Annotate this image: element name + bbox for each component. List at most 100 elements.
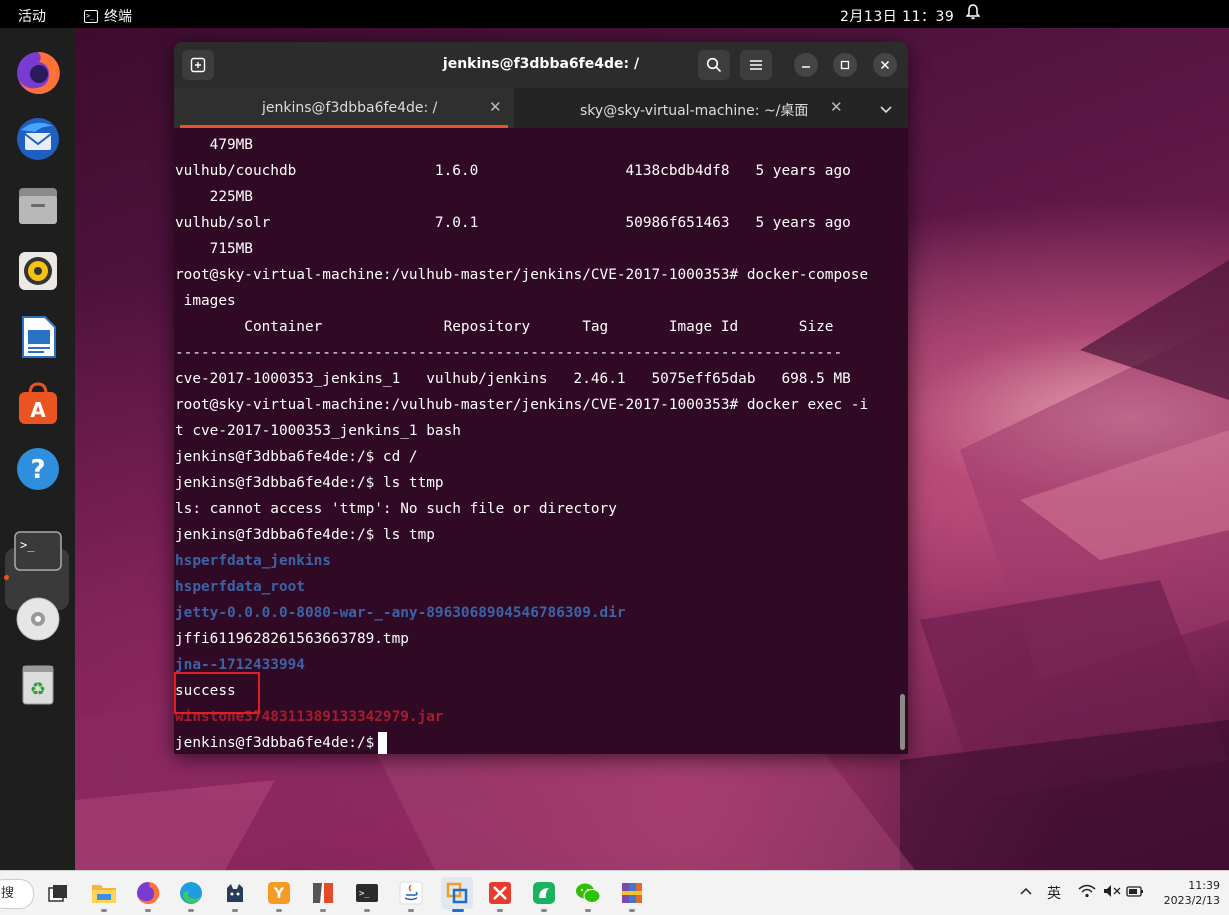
minimize-icon (802, 66, 810, 68)
thunderbird-icon[interactable] (11, 112, 65, 166)
firefox-icon[interactable] (134, 879, 162, 907)
output-line: root@sky-virtual-machine:/vulhub-master/… (175, 267, 869, 283)
search-button[interactable] (698, 50, 730, 80)
running-indicator (145, 909, 151, 912)
text-cursor (378, 732, 388, 754)
vmware-icon[interactable] (441, 877, 473, 909)
output-line: 479MB (175, 137, 253, 153)
terminal-headerbar: jenkins@f3dbba6fe4de: / (174, 42, 908, 88)
winrar-icon[interactable] (618, 879, 646, 907)
prompt-text: jenkins@f3dbba6fe4de:/$ (175, 735, 375, 751)
menu-button[interactable] (740, 50, 772, 80)
maximize-button[interactable] (833, 53, 857, 77)
annotation-highlight-box (174, 672, 260, 714)
volume-muted-icon[interactable] (1103, 884, 1121, 902)
running-indicator (276, 909, 282, 912)
edge-icon[interactable] (177, 879, 205, 907)
output-line-directory: hsperfdata_jenkins (175, 553, 331, 569)
green-app-icon[interactable] (530, 879, 558, 907)
clock-date: 2023/2/13 (1163, 894, 1220, 907)
hamburger-icon (750, 60, 762, 70)
terminal-window: jenkins@f3dbba6fe4de: / jenkins@f3dbba6f… (174, 42, 908, 754)
minimize-button[interactable] (794, 53, 818, 77)
tab-sky[interactable]: sky@sky-virtual-machine: ~/桌面 ✕ (514, 88, 854, 128)
svg-text:A: A (30, 398, 46, 422)
yuque-icon[interactable]: Y (265, 879, 293, 907)
output-line: t cve-2017-1000353_jenkins_1 bash (175, 423, 461, 439)
tab-close-icon[interactable]: ✕ (489, 98, 502, 116)
wechat-icon[interactable] (574, 879, 602, 907)
output-line: jffi6119628261563663789.tmp (175, 631, 409, 647)
output-line: Container Repository Tag Image Id Size (175, 319, 834, 335)
files-icon[interactable] (11, 178, 65, 232)
firefox-icon[interactable] (11, 46, 65, 100)
terminal-output[interactable]: 479MB vulhub/couchdb 1.6.0 4138cbdb4df8 … (174, 128, 908, 754)
close-icon (880, 60, 890, 70)
tab-bar: jenkins@f3dbba6fe4de: / ✕ sky@sky-virtua… (174, 88, 908, 128)
output-line: ----------------------------------------… (175, 345, 843, 361)
tab-label: sky@sky-virtual-machine: ~/桌面 (580, 103, 809, 119)
running-indicator (629, 909, 635, 912)
output-line: vulhub/couchdb 1.6.0 4138cbdb4df8 5 year… (175, 163, 851, 179)
system-clock[interactable]: 11:39 2023/2/13 (1150, 878, 1220, 908)
svg-text:?: ? (30, 455, 45, 485)
disc-icon[interactable] (11, 592, 65, 646)
output-line: ls: cannot access 'ttmp': No such file o… (175, 501, 617, 517)
output-line: vulhub/solr 7.0.1 50986f651463 5 years a… (175, 215, 851, 231)
xmind-icon[interactable] (486, 879, 514, 907)
cat-app-icon[interactable] (221, 879, 249, 907)
tab-close-icon[interactable]: ✕ (830, 98, 843, 116)
output-line: root@sky-virtual-machine:/vulhub-master/… (175, 397, 869, 413)
search-icon (706, 57, 722, 73)
terminal-icon: >_ (84, 9, 98, 23)
java-icon[interactable] (397, 879, 425, 907)
terminal-icon[interactable]: >_ (353, 879, 381, 907)
output-line: 225MB (175, 189, 253, 205)
active-indicator (452, 909, 464, 912)
app-menu[interactable]: >_ 终端 (84, 6, 132, 26)
app-center-icon[interactable]: A (11, 376, 65, 430)
running-indicator (585, 909, 591, 912)
terminal-icon[interactable]: >_ (11, 524, 65, 578)
top-bar: 活动 >_ 终端 2月13日 11：39 (0, 0, 1229, 28)
running-indicator (4, 575, 9, 580)
running-indicator (320, 909, 326, 912)
svg-text:♻: ♻ (30, 679, 46, 700)
output-line: jenkins@f3dbba6fe4de:/$ ls ttmp (175, 475, 444, 491)
split-app-icon[interactable] (309, 879, 337, 907)
clock[interactable]: 2月13日 11：39 (840, 6, 954, 26)
output-line-directory: jetty-0.0.0.0-8080-war-_-any-89630689045… (175, 605, 626, 621)
svg-text:Y: Y (273, 886, 285, 902)
app-name: 终端 (104, 9, 132, 25)
running-indicator (497, 909, 503, 912)
bell-icon[interactable] (965, 4, 981, 24)
battery-icon[interactable] (1126, 884, 1144, 902)
activities-button[interactable]: 活动 (18, 6, 46, 26)
help-icon[interactable]: ? (11, 442, 65, 496)
scrollbar[interactable] (900, 694, 905, 750)
running-indicator (408, 909, 414, 912)
tab-label: jenkins@f3dbba6fe4de: / (262, 100, 438, 116)
svg-text:>_: >_ (20, 538, 35, 552)
running-indicator (101, 909, 107, 912)
file-explorer-icon[interactable] (90, 879, 118, 907)
output-line: 715MB (175, 241, 253, 257)
maximize-icon (840, 60, 850, 70)
prompt-line[interactable]: jenkins@f3dbba6fe4de:/$ (175, 730, 388, 754)
trash-icon[interactable]: ♻ (11, 658, 65, 712)
libreoffice-writer-icon[interactable] (11, 310, 65, 364)
tab-jenkins[interactable]: jenkins@f3dbba6fe4de: / ✕ (174, 88, 514, 128)
output-line: images (175, 293, 236, 309)
output-line: cve-2017-1000353_jenkins_1 vulhub/jenkin… (175, 371, 851, 387)
chevron-up-icon[interactable] (1020, 883, 1032, 899)
dock: A ? >_ ♻ (0, 28, 75, 901)
chevron-down-icon[interactable] (880, 102, 892, 118)
rhythmbox-icon[interactable] (11, 244, 65, 298)
search-box[interactable]: 搜 (0, 879, 34, 909)
wallpaper-facets (900, 260, 1229, 870)
input-language[interactable]: 英 (1047, 883, 1061, 903)
close-button[interactable] (873, 53, 897, 77)
task-view-icon[interactable] (44, 879, 72, 907)
wifi-icon[interactable] (1078, 884, 1096, 902)
output-line: jenkins@f3dbba6fe4de:/$ cd / (175, 449, 418, 465)
